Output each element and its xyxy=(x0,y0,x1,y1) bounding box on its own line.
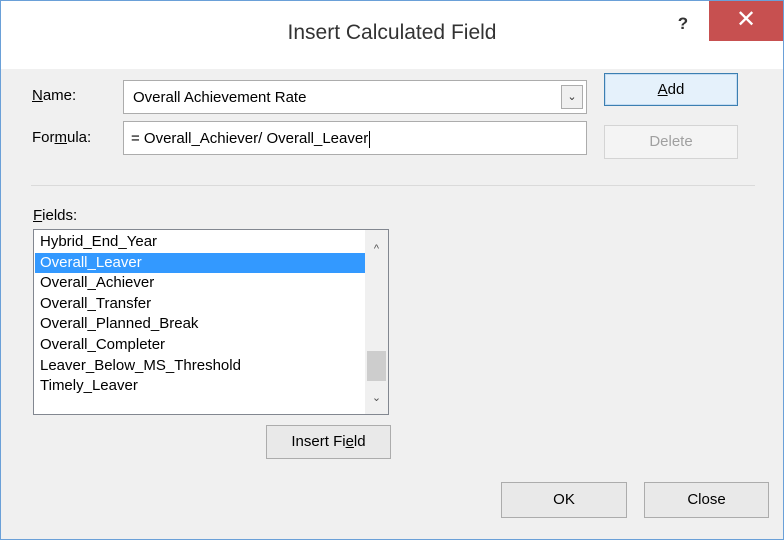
list-item[interactable]: Hybrid_End_Year xyxy=(35,232,365,253)
name-label-accel: N xyxy=(32,87,43,104)
scroll-thumb[interactable] xyxy=(367,351,386,381)
list-item[interactable]: Leaver_Below_MS_Threshold xyxy=(35,356,365,377)
chevron-down-icon[interactable]: ⌄ xyxy=(561,85,583,109)
scroll-up-icon[interactable]: ^ xyxy=(365,238,388,260)
scroll-down-icon[interactable]: ⌄ xyxy=(365,387,388,409)
list-item[interactable]: Overall_Achiever xyxy=(35,273,365,294)
fields-label-rest: ields: xyxy=(42,207,78,224)
add-label-rest: dd xyxy=(667,81,685,98)
formula-label-pre: For xyxy=(32,129,55,146)
list-item[interactable]: Overall_Completer xyxy=(35,335,365,356)
insert-label-pre: Insert Fi xyxy=(291,433,346,450)
fields-label: Fields: xyxy=(33,207,77,224)
list-item-selected[interactable]: Overall_Leaver xyxy=(35,252,365,274)
add-button[interactable]: Add xyxy=(604,73,738,106)
insert-calculated-field-dialog: Insert Calculated Field ? ✕ Name: Overal… xyxy=(0,0,784,540)
formula-label-accel: m xyxy=(54,129,68,146)
fields-listbox[interactable]: Hybrid_End_Year Overall_Leaver Overall_A… xyxy=(33,229,389,415)
add-accel: A xyxy=(657,81,668,98)
list-item[interactable]: Overall_Transfer xyxy=(35,294,365,315)
fields-label-accel: F xyxy=(33,207,43,224)
name-combobox[interactable]: Overall Achievement Rate ⌄ xyxy=(123,80,587,114)
formula-value-wrap: = Overall_Achiever/ Overall_Leaver xyxy=(131,130,371,148)
ok-button[interactable]: OK xyxy=(501,482,627,518)
close-button[interactable]: Close xyxy=(644,482,769,518)
vertical-scrollbar[interactable]: ^ ⌄ xyxy=(365,230,388,414)
help-button[interactable]: ? xyxy=(671,11,695,37)
list-item[interactable]: Overall_Planned_Break xyxy=(35,314,365,335)
close-icon[interactable]: ✕ xyxy=(709,1,783,41)
insert-label-rest: ld xyxy=(353,433,366,450)
formula-label: Formula: xyxy=(32,129,91,146)
formula-value: = Overall_Achiever/ Overall_Leaver xyxy=(131,130,369,147)
delete-button[interactable]: Delete xyxy=(604,125,738,159)
formula-field[interactable]: = Overall_Achiever/ Overall_Leaver xyxy=(123,121,587,155)
divider xyxy=(31,185,755,186)
fields-items: Hybrid_End_Year Overall_Leaver Overall_A… xyxy=(35,232,365,397)
list-item[interactable]: Timely_Leaver xyxy=(35,376,365,397)
insert-field-button[interactable]: Insert Field xyxy=(266,425,391,459)
name-label-rest: ame: xyxy=(42,87,77,104)
formula-label-rest: ula: xyxy=(67,129,92,146)
dialog-title: Insert Calculated Field xyxy=(287,21,497,44)
text-caret xyxy=(369,130,371,148)
name-label: Name: xyxy=(32,87,76,104)
name-value: Overall Achievement Rate xyxy=(133,89,307,106)
insert-accel: e xyxy=(345,433,354,450)
title-bar: Insert Calculated Field ? ✕ xyxy=(1,1,783,69)
